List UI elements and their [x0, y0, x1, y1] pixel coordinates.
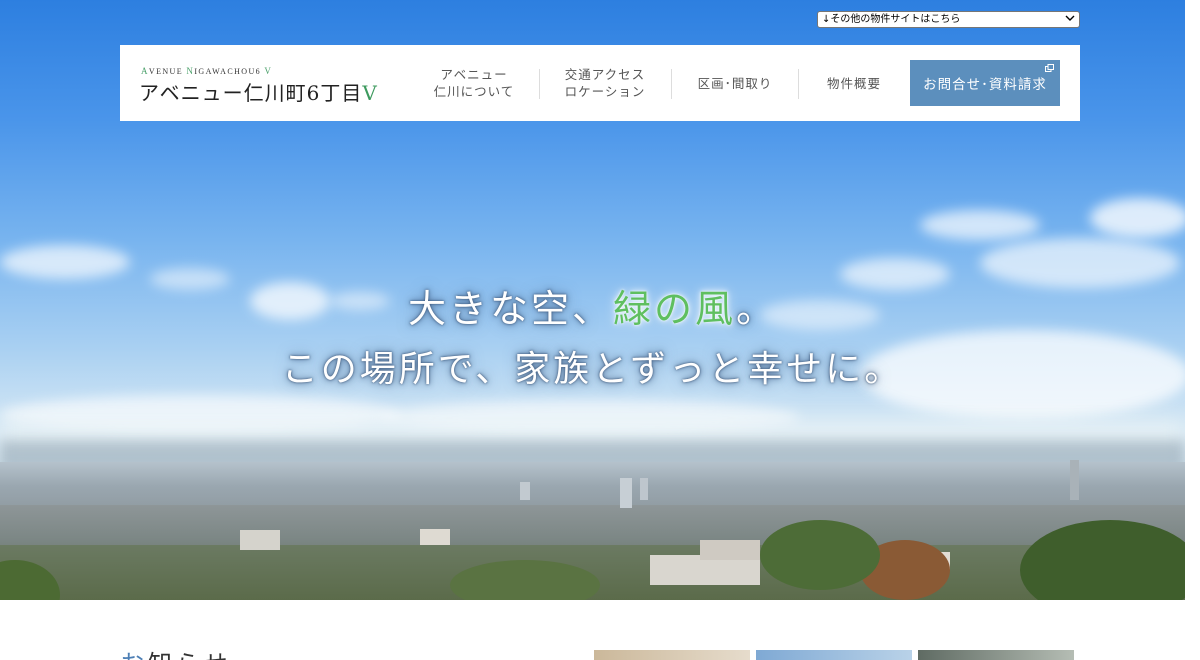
- news-thumbnail[interactable]: [594, 650, 750, 660]
- nav-access[interactable]: 交通アクセス ロケーション: [540, 45, 670, 121]
- news-thumbnail[interactable]: [918, 650, 1074, 660]
- property-site-select[interactable]: ↓その他の物件サイトはこちら: [817, 11, 1080, 28]
- hero-catch-line1: 大きな空、緑の風。: [407, 287, 778, 331]
- site-header: AVENUE NIGAWACHOU6 V アベニュー仁川町6丁目V アベニュー …: [120, 45, 1080, 121]
- scrollbar-track[interactable]: [1185, 0, 1200, 600]
- logo-english[interactable]: AVENUE NIGAWACHOU6 V: [141, 66, 272, 76]
- chevron-down-icon: [1065, 13, 1075, 27]
- contact-button[interactable]: お問合せ･資料請求: [910, 60, 1060, 106]
- news-thumbnail[interactable]: [756, 650, 912, 660]
- nav-about[interactable]: アベニュー 仁川について: [410, 45, 538, 121]
- hero-catch-line2: この場所で、家族とずっと幸せに。: [281, 349, 904, 390]
- nav-plots[interactable]: 区画･間取り: [672, 45, 798, 121]
- property-site-select-value: ↓その他の物件サイトはこちら: [822, 14, 961, 25]
- logo[interactable]: アベニュー仁川町6丁目V: [139, 77, 378, 106]
- external-link-icon: [1045, 64, 1054, 72]
- nav-overview[interactable]: 物件概要: [799, 45, 909, 121]
- news-heading: お知らせ: [120, 644, 232, 660]
